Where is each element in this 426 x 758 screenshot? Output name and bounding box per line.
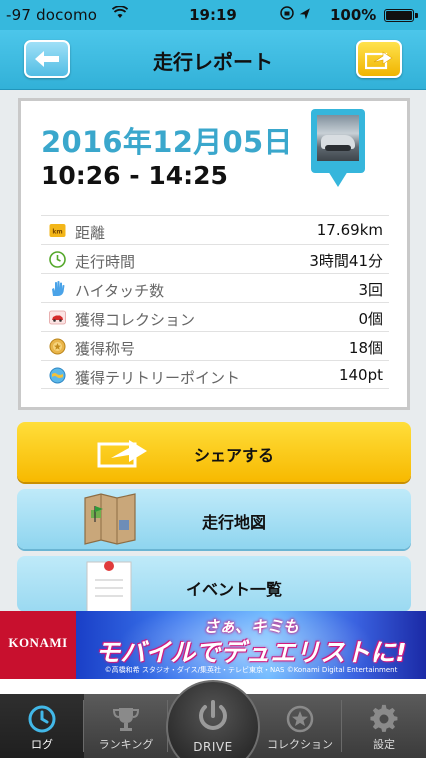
stat-row-distance: km 距離 17.69km [41, 215, 389, 244]
tab-label: ランキング [98, 738, 154, 751]
stat-value: 0個 [358, 310, 383, 328]
stat-row-high-touch: ハイタッチ数 3回 [41, 273, 389, 302]
car-icon [49, 310, 66, 325]
ad-banner[interactable]: KONAMI さぁ、キミも モバイルでデュエリストに! ©高橋和希 スタジオ・ダ… [0, 611, 426, 679]
star-icon [286, 705, 314, 733]
ad-brand: KONAMI [8, 635, 68, 650]
tab-log[interactable]: ログ [0, 694, 84, 758]
trophy-icon [112, 708, 140, 731]
stat-label: 獲得テリトリーポイント [75, 369, 241, 387]
event-list-button-label: イベント一覧 [185, 580, 282, 599]
stat-value: 17.69km [316, 221, 383, 239]
nav-bar: 走行レポート [0, 30, 426, 90]
stat-label: ハイタッチ数 [75, 282, 165, 300]
drive-map-button[interactable]: 走行地図 [17, 489, 411, 549]
clock-icon [28, 705, 56, 733]
stat-row-drive-time: 走行時間 3時間41分 [41, 244, 389, 273]
drive-map-button-label: 走行地図 [201, 513, 266, 532]
car-photo-pin[interactable] [311, 109, 365, 199]
stat-row-titles: 獲得称号 18個 [41, 331, 389, 360]
battery-percent: 100% [330, 6, 377, 24]
stat-value: 3時間41分 [309, 252, 383, 270]
report-card: 2016年12月05日 10:26 - 14:25 km 距離 17.69km … [18, 98, 410, 410]
report-time-range: 10:26 - 14:25 [41, 161, 228, 190]
clock-icon [49, 251, 66, 268]
stat-row-collection: 獲得コレクション 0個 [41, 302, 389, 331]
status-bar: -97 docomo 19:19 100% [0, 0, 426, 30]
ad-artwork: さぁ、キミも モバイルでデュエリストに! ©高橋和希 スタジオ・ダイス/集英社・… [76, 611, 426, 679]
stat-value: 140pt [338, 366, 383, 384]
rotation-lock-icon [280, 6, 320, 24]
hand-icon [52, 281, 65, 296]
svg-text:km: km [52, 229, 62, 236]
ad-copyright: ©高橋和希 スタジオ・ダイス/集英社・テレビ東京・NAS ©Konami Dig… [104, 666, 398, 674]
share-button[interactable]: シェアする [17, 422, 411, 482]
stat-label: 獲得称号 [75, 340, 136, 358]
power-icon [199, 700, 227, 730]
globe-icon [49, 367, 66, 384]
report-date: 2016年12月05日 [41, 125, 293, 159]
tab-label: DRIVE [193, 740, 233, 754]
gear-icon [370, 704, 398, 732]
tab-label: 設定 [373, 738, 395, 751]
share-button-label: シェアする [193, 446, 274, 465]
tab-label: コレクション [267, 738, 333, 751]
event-list-button[interactable]: イベント一覧 [17, 556, 411, 612]
share-header-button[interactable] [356, 40, 402, 78]
ad-line-2: モバイルでデュエリストに! [95, 638, 407, 667]
stat-value: 3回 [358, 281, 383, 299]
stat-label: 走行時間 [75, 253, 136, 271]
tab-settings[interactable]: 設定 [342, 694, 426, 758]
stat-label: 距離 [75, 224, 106, 242]
tab-ranking[interactable]: ランキング [84, 694, 168, 758]
stat-row-territory: 獲得テリトリーポイント 140pt [41, 360, 389, 389]
stat-label: 獲得コレクション [75, 311, 196, 329]
tab-label: ログ [31, 738, 53, 751]
km-icon: km [49, 224, 66, 237]
car-photo [317, 115, 359, 161]
stat-value: 18個 [348, 339, 383, 357]
tab-collection[interactable]: コレクション [258, 694, 342, 758]
share-arrow-icon [365, 51, 393, 70]
stats-list: km 距離 17.69km 走行時間 3時間41分 ハイタッチ数 3回 獲得コレ… [41, 215, 389, 389]
battery-icon [384, 9, 418, 22]
konami-logo: KONAMI [0, 611, 76, 679]
medal-icon [49, 338, 66, 355]
